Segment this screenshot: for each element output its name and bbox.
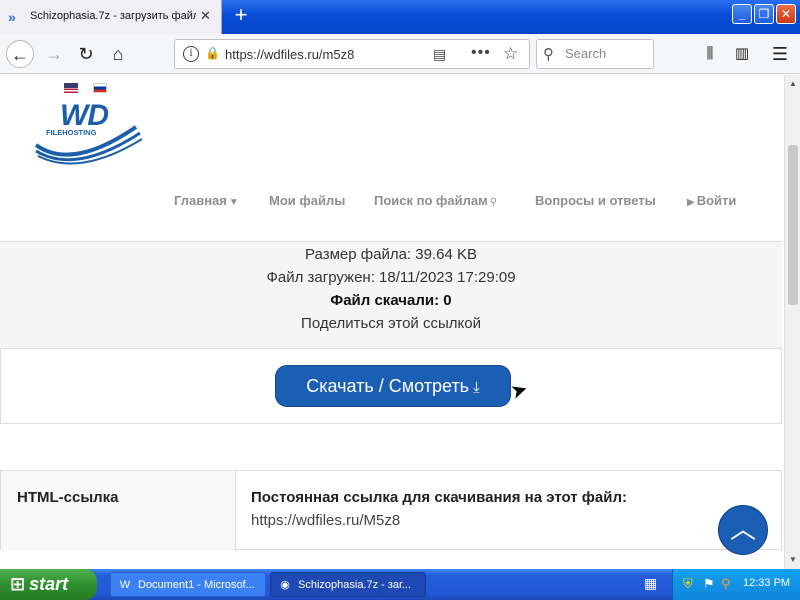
search-input[interactable]: [565, 46, 649, 61]
file-download-count: Файл скачали: 0: [330, 292, 452, 309]
taskbar-item-label: Schizophasia.7z - заг...: [298, 579, 411, 591]
network-icon[interactable]: ⚑: [703, 576, 715, 592]
tab-favicon-icon: »: [8, 9, 16, 25]
browser-tab[interactable]: » Schizophasia.7z - загрузить файл ✕: [0, 0, 222, 34]
scroll-up-icon[interactable]: ▲: [785, 77, 800, 91]
browser-tab-bar: » Schizophasia.7z - загрузить файл ✕ + _…: [0, 0, 800, 34]
maximize-button[interactable]: ❐: [754, 4, 774, 24]
home-icon[interactable]: ⌂: [104, 40, 132, 68]
clock: 12:33 PM: [743, 577, 791, 589]
search-icon: ⚲: [543, 46, 554, 63]
keyboard-icon[interactable]: ▦: [644, 575, 657, 592]
nav-search-label: Поиск по файлам: [374, 193, 488, 208]
library-icon[interactable]: ⫼: [696, 40, 724, 68]
close-window-button[interactable]: ✕: [776, 4, 796, 24]
logo-swoosh-icon: [34, 125, 143, 165]
nav-login-link[interactable]: ▶ Войти: [685, 193, 736, 208]
scroll-to-top-button[interactable]: ︿: [718, 505, 768, 555]
word-icon: W: [119, 579, 131, 591]
nav-faq-link[interactable]: Вопросы и ответы: [535, 193, 656, 208]
nav-home-link[interactable]: Главная ▼: [174, 193, 241, 208]
taskbar: ⊞ start W Document1 - Microsof... ◉ Schizop…: [0, 569, 800, 600]
close-tab-icon[interactable]: ✕: [200, 9, 211, 23]
sidebar-icon[interactable]: ▥: [728, 40, 756, 68]
file-info-panel: Размер файла: 39.64 KB Файл загружен: 18…: [0, 241, 782, 349]
arrow-right-icon[interactable]: →: [40, 40, 68, 68]
more-dots-icon[interactable]: •••: [471, 44, 491, 62]
taskbar-item-label: Document1 - Microsof...: [138, 579, 255, 591]
address-bar[interactable]: i 🔒 https://wdfiles.ru/m5z8 ▤ ••• ☆: [174, 39, 530, 69]
file-upload-date: Файл загружен: 18/11/2023 17:29:09: [266, 269, 516, 286]
info-icon[interactable]: i: [183, 46, 199, 62]
nav-login-label: Войти: [696, 193, 737, 208]
firefox-icon: ◉: [280, 579, 290, 591]
download-button[interactable]: Скачать / Смотреть ⤓: [275, 365, 511, 407]
system-tray: ⛨ ⚑ ⚲ 12:33 PM: [672, 569, 800, 600]
download-button-label: Скачать / Смотреть: [306, 376, 470, 396]
search-box[interactable]: ⚲: [536, 39, 654, 69]
search-icon[interactable]: ⚲: [721, 576, 731, 592]
english-flag-icon[interactable]: [64, 83, 78, 93]
start-label: start: [29, 574, 69, 594]
bookmark-star-icon[interactable]: ☆: [503, 44, 518, 64]
taskbar-item-firefox[interactable]: ◉ Schizophasia.7z - заг...: [270, 572, 426, 597]
file-size-text: Размер файла: 39.64 KB: [305, 246, 477, 263]
nav-my-files-link[interactable]: Мои файлы: [269, 193, 345, 208]
share-link[interactable]: Поделиться этой ссылкой: [0, 315, 782, 332]
main-navigation: Главная ▼ Мои файлы Поиск по файлам ⚲ Вопр…: [0, 193, 784, 215]
search-icon: ⚲: [489, 197, 498, 208]
html-link-label: HTML-ссылка: [17, 489, 119, 506]
taskbar-item-word[interactable]: W Document1 - Microsof...: [110, 572, 266, 597]
caret-right-icon: ▶: [687, 197, 695, 208]
shield-icon[interactable]: ⛨: [683, 576, 693, 592]
nav-home-label: Главная: [174, 193, 227, 208]
link-table: HTML-ссылка Постоянная ссылка для скачив…: [0, 470, 782, 551]
permanent-link-url[interactable]: https://wdfiles.ru/M5z8: [251, 512, 400, 529]
lock-icon[interactable]: 🔒: [205, 46, 220, 60]
scrollbar-thumb[interactable]: [788, 145, 798, 305]
arrow-left-icon[interactable]: ←: [6, 40, 34, 68]
tab-title: Schizophasia.7z - загрузить файл: [30, 10, 196, 22]
start-button[interactable]: ⊞ start: [0, 569, 97, 600]
reload-icon[interactable]: ↻: [72, 40, 100, 68]
scroll-down-icon[interactable]: ▼: [785, 553, 800, 567]
minimize-button[interactable]: _: [732, 4, 752, 24]
browser-toolbar: ← → ↻ ⌂ i 🔒 https://wdfiles.ru/m5z8 ▤ ••…: [0, 34, 800, 74]
download-icon: ⤓: [473, 379, 480, 396]
new-tab-button[interactable]: +: [230, 4, 252, 27]
vertical-scrollbar[interactable]: ▲ ▼: [784, 75, 800, 569]
url-text[interactable]: https://wdfiles.ru/m5z8: [225, 47, 354, 62]
link-table-label-cell: [1, 471, 236, 551]
caret-down-icon: ▼: [228, 197, 239, 208]
reader-view-icon[interactable]: ▤: [433, 46, 446, 63]
permanent-link-label: Постоянная ссылка для скачивания на этот…: [251, 489, 627, 506]
chevron-up-icon: ︿: [729, 514, 756, 544]
page-viewport: WD FILEHOSTING Главная ▼ Мои файлы Поиск …: [0, 75, 784, 569]
hamburger-menu-icon[interactable]: ☰: [766, 40, 794, 68]
download-button-row: Скачать / Смотреть ⤓: [0, 349, 782, 424]
windows-logo-icon: ⊞: [10, 574, 26, 594]
russian-flag-icon[interactable]: [93, 83, 108, 93]
site-logo[interactable]: WD FILEHOSTING: [32, 99, 144, 165]
nav-search-link[interactable]: Поиск по файлам ⚲: [374, 193, 499, 208]
